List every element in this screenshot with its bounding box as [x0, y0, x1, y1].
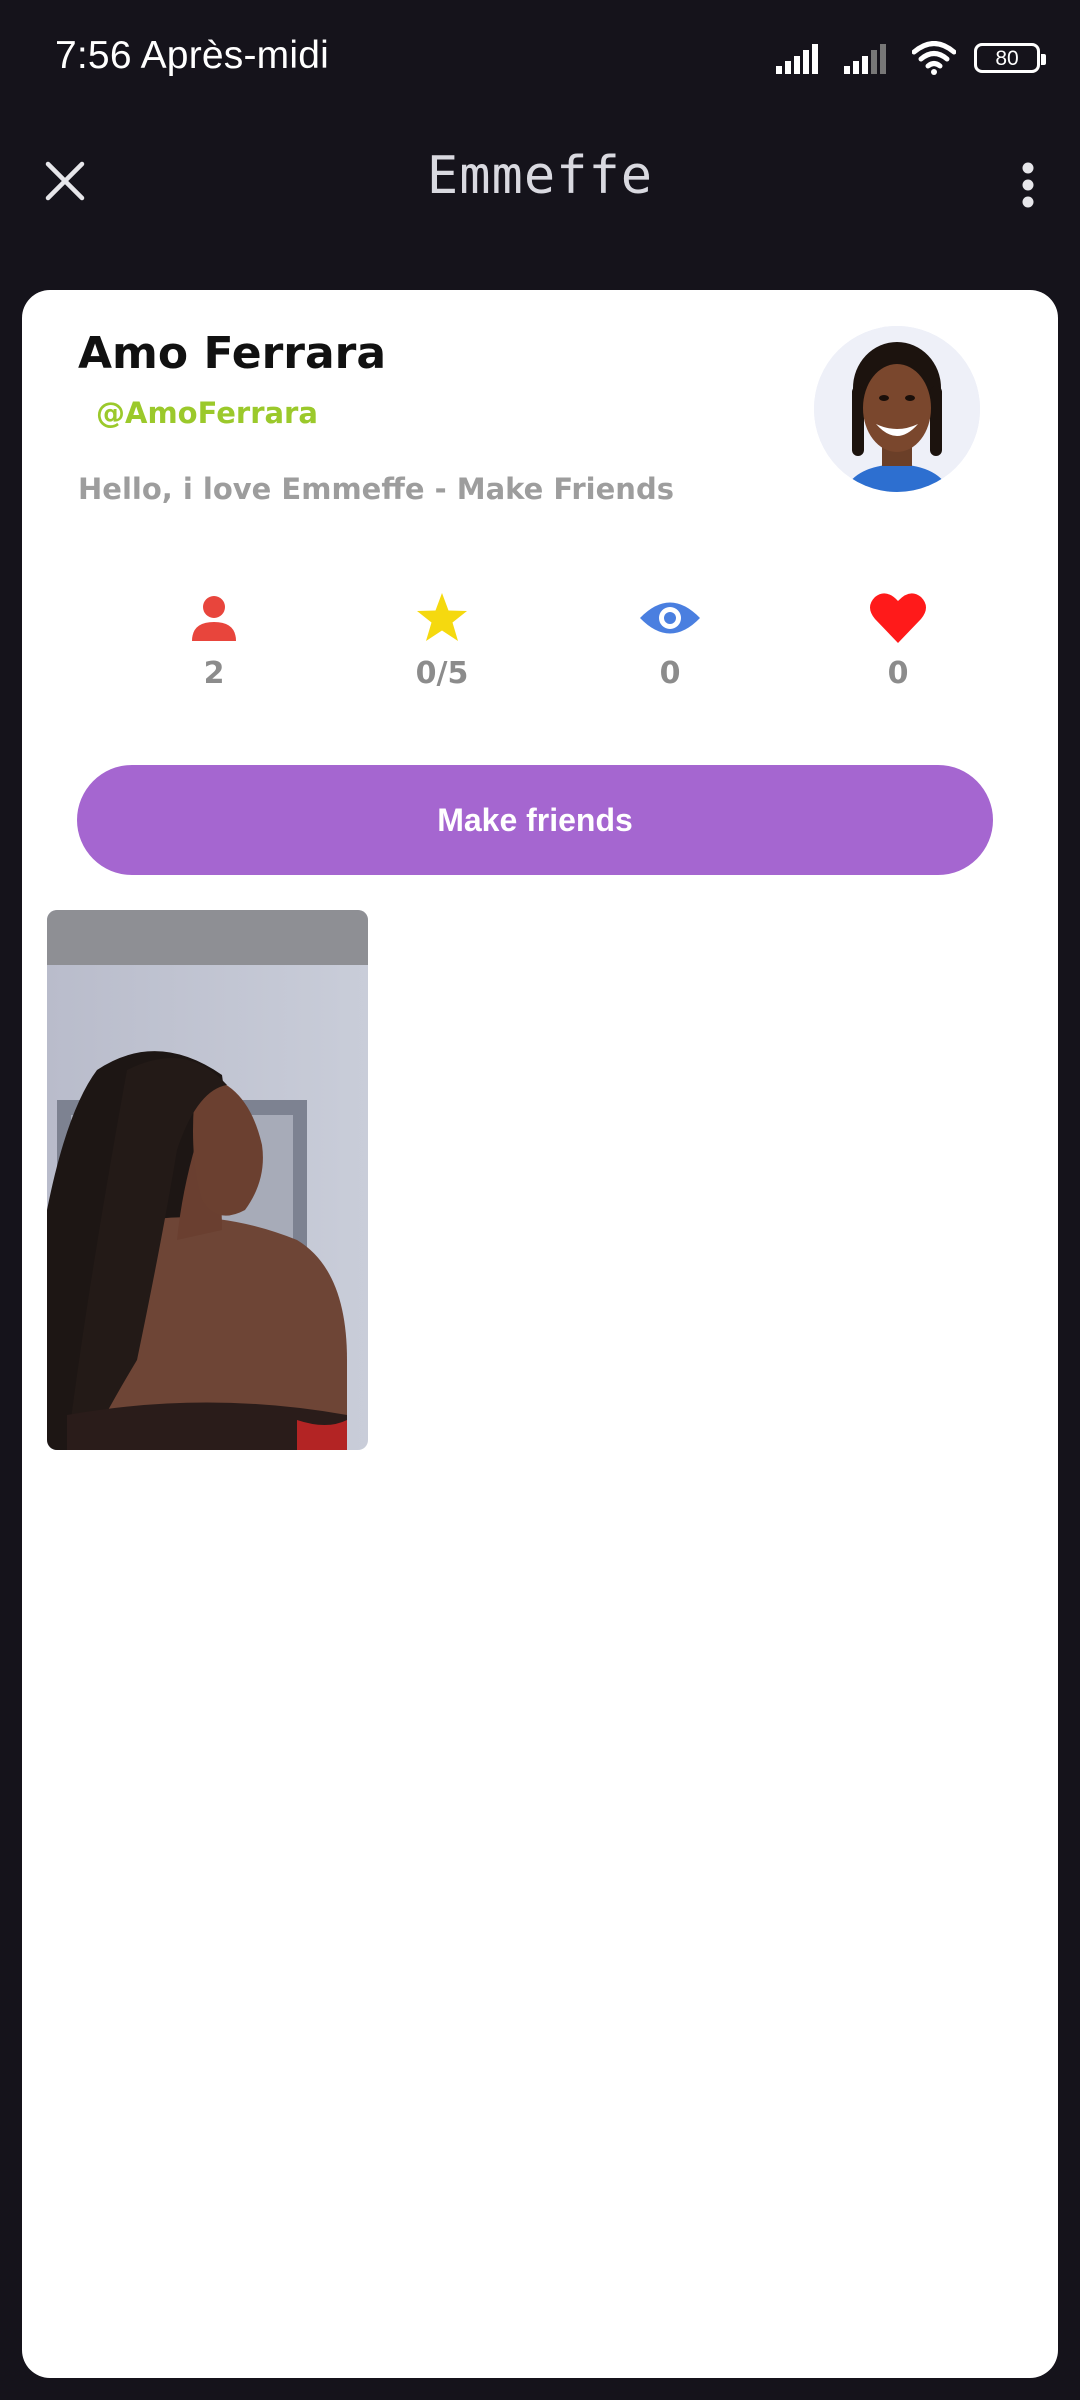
app-title: Emmeffe — [426, 146, 654, 206]
status-time: 7:56 Après-midi — [55, 34, 329, 77]
stat-likes[interactable]: 0 — [828, 588, 968, 691]
stat-friends-value: 2 — [203, 656, 225, 691]
status-bar: 7:56 Après-midi 80 — [0, 0, 1080, 116]
eye-icon — [640, 602, 700, 634]
battery-icon: 80 — [974, 43, 1046, 73]
person-icon — [192, 596, 236, 641]
star-icon — [417, 593, 467, 641]
make-friends-button[interactable]: Make friends — [77, 765, 993, 875]
app-bar: Emmeffe — [0, 116, 1080, 246]
heart-icon — [870, 593, 926, 643]
profile-handle[interactable]: @AmoFerrara — [96, 396, 318, 430]
stat-friends[interactable]: 2 — [144, 588, 284, 691]
stat-rating[interactable]: 0/5 — [372, 588, 512, 691]
stats-row: 2 0/5 0 0 — [62, 588, 982, 698]
gallery-photo[interactable] — [47, 910, 368, 1450]
stat-rating-value: 0/5 — [415, 656, 469, 691]
stat-views-value: 0 — [659, 656, 681, 691]
status-icons: 80 — [776, 38, 1046, 78]
avatar[interactable] — [814, 326, 980, 492]
more-vertical-icon — [1022, 162, 1034, 208]
profile-name: Amo Ferrara — [78, 328, 387, 379]
stat-likes-value: 0 — [887, 656, 909, 691]
profile-card: Amo Ferrara @AmoFerrara Hello, i love Em… — [22, 290, 1058, 2378]
profile-bio: Hello, i love Emmeffe - Make Friends — [78, 472, 674, 506]
signal-icon — [776, 44, 818, 74]
stat-views[interactable]: 0 — [600, 588, 740, 691]
signal-icon — [844, 44, 886, 74]
battery-level: 80 — [995, 46, 1019, 70]
wifi-icon — [912, 41, 956, 75]
more-options-button[interactable] — [998, 150, 1058, 220]
